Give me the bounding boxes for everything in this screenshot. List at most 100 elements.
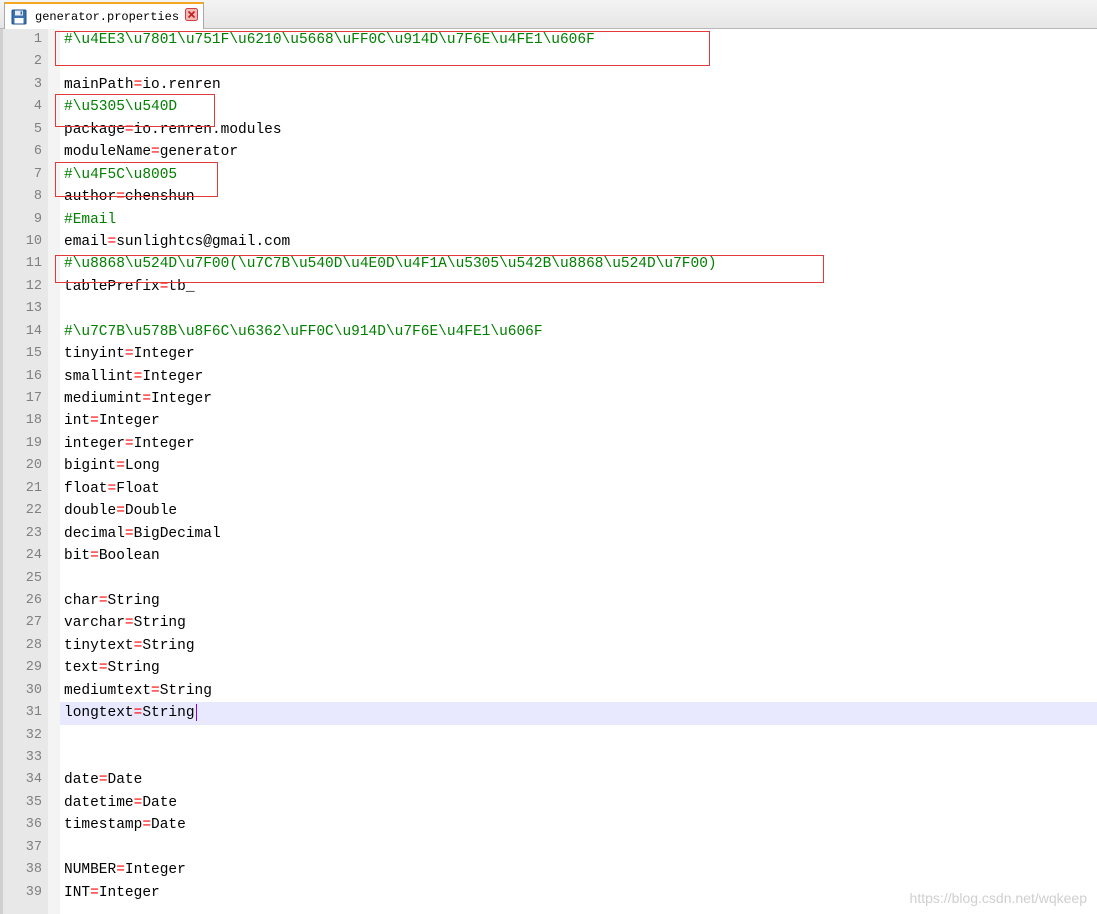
property-value: io.renren [142, 76, 221, 93]
code-line[interactable]: 15 tinyint=Integer [0, 343, 1097, 365]
code-line[interactable]: 19 integer=Integer [0, 433, 1097, 455]
line-number: 5 [33, 121, 42, 137]
close-icon[interactable] [185, 8, 198, 21]
code-line[interactable]: 28 tinytext=String [0, 635, 1097, 657]
line-code[interactable] [60, 51, 1097, 73]
code-line[interactable]: 9 #Email [0, 209, 1097, 231]
code-line[interactable]: 27 varchar=String [0, 612, 1097, 634]
line-code[interactable]: tablePrefix=tb_ [60, 276, 1097, 298]
line-code[interactable]: email=sunlightcs@gmail.com [60, 231, 1097, 253]
code-line[interactable]: 13 [0, 298, 1097, 320]
property-key: package [64, 121, 125, 138]
code-line[interactable]: 3 mainPath=io.renren [0, 74, 1097, 96]
code-line[interactable]: 7 #\u4F5C\u8005 [0, 164, 1097, 186]
code-line[interactable]: 23 decimal=BigDecimal [0, 523, 1097, 545]
line-code[interactable]: #Email [60, 209, 1097, 231]
code-line[interactable]: 12 tablePrefix=tb_ [0, 276, 1097, 298]
code-line[interactable]: 36 timestamp=Date [0, 814, 1097, 836]
line-code[interactable]: bit=Boolean [60, 545, 1097, 567]
code-line[interactable]: 18 int=Integer [0, 410, 1097, 432]
line-code[interactable]: timestamp=Date [60, 814, 1097, 836]
property-value: String [107, 660, 160, 677]
line-code[interactable]: tinytext=String [60, 635, 1097, 657]
code-line[interactable]: 34 date=Date [0, 769, 1097, 791]
code-line[interactable]: 26 char=String [0, 590, 1097, 612]
property-key: mainPath [64, 76, 134, 93]
code-line[interactable]: 20 bigint=Long [0, 455, 1097, 477]
line-code[interactable]: mediumint=Integer [60, 388, 1097, 410]
line-number: 9 [33, 211, 42, 227]
line-code[interactable]: int=Integer [60, 410, 1097, 432]
line-number: 21 [25, 480, 42, 496]
line-code[interactable]: date=Date [60, 769, 1097, 791]
code-line[interactable]: 10 email=sunlightcs@gmail.com [0, 231, 1097, 253]
line-code[interactable]: package=io.renren.modules [60, 119, 1097, 141]
line-code[interactable]: #\u5305\u540D [60, 96, 1097, 118]
code-line[interactable]: 24 bit=Boolean [0, 545, 1097, 567]
code-line[interactable]: 37 [0, 837, 1097, 859]
line-code[interactable] [60, 837, 1097, 859]
line-code[interactable]: text=String [60, 657, 1097, 679]
tab-generator-properties[interactable]: generator.properties [4, 2, 204, 29]
line-number: 33 [25, 750, 42, 765]
equals-operator: = [142, 391, 152, 407]
line-code[interactable]: tinyint=Integer [60, 343, 1097, 365]
code-line[interactable]: 32 [0, 725, 1097, 747]
code-line[interactable]: 11 #\u8868\u524D\u7F00(\u7C7B\u540D\u4E0D… [0, 253, 1097, 275]
code-line[interactable]: 16 smallint=Integer [0, 366, 1097, 388]
line-code[interactable]: NUMBER=Integer [60, 859, 1097, 881]
code-line[interactable]: 1 #\u4EE3\u7801\u751F\u6210\u5668\uFF0C\u… [0, 29, 1097, 51]
line-code[interactable]: varchar=String [60, 612, 1097, 634]
code-line[interactable]: 22 double=Double [0, 500, 1097, 522]
line-code[interactable]: smallint=Integer [60, 366, 1097, 388]
line-code[interactable]: float=Float [60, 478, 1097, 500]
equals-operator: = [98, 772, 108, 789]
line-code[interactable]: mediumtext=String [60, 680, 1097, 702]
line-code[interactable] [60, 747, 1097, 769]
line-code[interactable]: longtext=String [60, 702, 1097, 725]
line-code[interactable]: moduleName=generator [60, 141, 1097, 163]
line-code[interactable]: mainPath=io.renren [60, 74, 1097, 96]
line-number: 16 [25, 368, 42, 384]
code-line[interactable]: 6 moduleName=generator [0, 141, 1097, 163]
tab-title: generator.properties [35, 9, 180, 24]
property-key: NUMBER [64, 862, 117, 879]
line-code[interactable]: char=String [60, 590, 1097, 612]
line-number: 38 [25, 862, 42, 878]
line-number: 3 [33, 76, 42, 92]
line-code[interactable]: author=chenshun [60, 186, 1097, 208]
code-line[interactable]: 38 NUMBER=Integer [0, 859, 1097, 881]
line-code[interactable]: double=Double [60, 500, 1097, 522]
line-number: 14 [25, 323, 42, 339]
code-line[interactable]: 35 datetime=Date [0, 792, 1097, 814]
code-line[interactable]: 30 mediumtext=String [0, 680, 1097, 702]
line-code[interactable]: integer=Integer [60, 433, 1097, 455]
line-code[interactable]: #\u7C7B\u578B\u8F6C\u6362\uFF0C\u914D\u7… [60, 321, 1097, 343]
line-code[interactable]: datetime=Date [60, 792, 1097, 814]
code-line[interactable]: 31 longtext=String [0, 702, 1097, 725]
editor-area[interactable]: 1 #\u4EE3\u7801\u751F\u6210\u5668\uFF0C\u… [0, 29, 1097, 914]
code-line[interactable]: 5 package=io.renren.modules [0, 119, 1097, 141]
line-code[interactable]: bigint=Long [60, 455, 1097, 477]
code-line[interactable]: 14 #\u7C7B\u578B\u8F6C\u6362\uFF0C\u914D\… [0, 321, 1097, 343]
property-key: email [64, 233, 108, 250]
code-line[interactable]: 25 [0, 568, 1097, 590]
code-line[interactable]: 4 #\u5305\u540D [0, 96, 1097, 118]
property-value: Integer [98, 884, 160, 901]
line-number: 27 [25, 615, 42, 631]
code-line[interactable]: 29 text=String [0, 657, 1097, 679]
code-line[interactable]: 8 author=chenshun [0, 186, 1097, 208]
line-code[interactable] [60, 725, 1097, 747]
line-code[interactable]: #\u4EE3\u7801\u751F\u6210\u5668\uFF0C\u9… [60, 29, 1097, 51]
code-line[interactable]: 21 float=Float [0, 478, 1097, 500]
line-code[interactable] [60, 568, 1097, 590]
line-number: 32 [25, 727, 42, 743]
line-code[interactable]: #\u4F5C\u8005 [60, 164, 1097, 186]
code-line[interactable]: 33 [0, 747, 1097, 769]
line-code[interactable]: decimal=BigDecimal [60, 523, 1097, 545]
line-number: 23 [25, 525, 42, 541]
line-code[interactable]: #\u8868\u524D\u7F00(\u7C7B\u540D\u4E0D\u… [60, 253, 1097, 275]
line-code[interactable] [60, 298, 1097, 320]
code-line[interactable]: 17 mediumint=Integer [0, 388, 1097, 410]
code-line[interactable]: 2 [0, 51, 1097, 73]
